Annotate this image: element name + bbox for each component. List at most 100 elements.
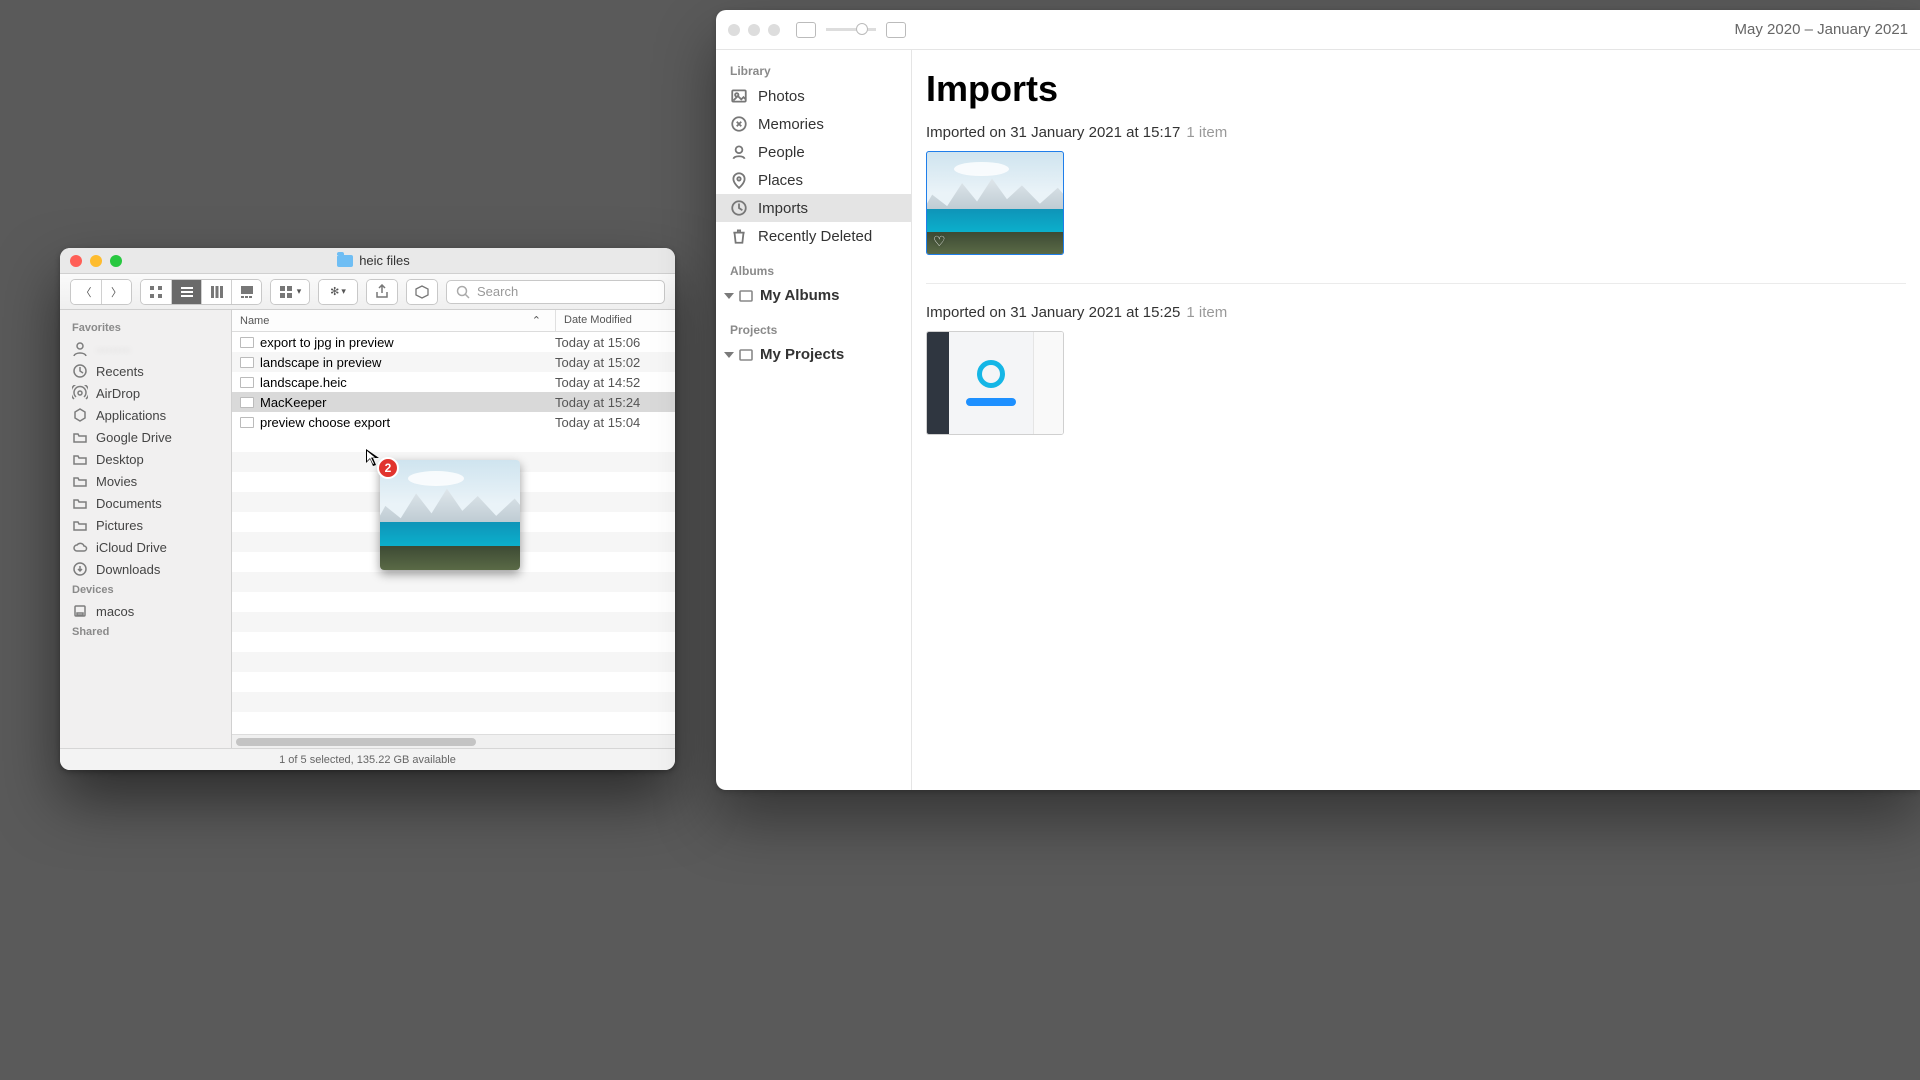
table-row[interactable]: MacKeeperToday at 15:24 — [232, 392, 675, 412]
sidebar-item-label: Applications — [96, 408, 166, 423]
grid-small-button[interactable] — [796, 22, 816, 38]
my-projects-label: My Projects — [760, 346, 844, 363]
search-icon — [455, 284, 471, 300]
import-block: Imported on 31 January 2021 at 15:251 it… — [926, 304, 1906, 435]
albums-header: Albums — [716, 260, 911, 282]
date-range: May 2020 – January 2021 — [1735, 21, 1908, 38]
sidebar-item-imports[interactable]: Imports — [716, 194, 911, 222]
sidebar-item-label: AirDrop — [96, 386, 140, 401]
photos-icon — [730, 87, 748, 105]
window-title: heic files — [82, 253, 665, 268]
sidebar-item-icloud-drive[interactable]: iCloud Drive — [60, 536, 231, 558]
nav-group: 〈 〉 — [70, 279, 132, 305]
photo-thumbnail[interactable] — [926, 331, 1064, 435]
sidebar-item-recents[interactable]: Recents — [60, 360, 231, 382]
close-icon[interactable] — [70, 255, 82, 267]
search-placeholder: Search — [477, 284, 518, 299]
column-view-button[interactable] — [201, 280, 231, 304]
sidebar-item-memories[interactable]: Memories — [716, 110, 911, 138]
sidebar-item-applications[interactable]: Applications — [60, 404, 231, 426]
slider-knob[interactable] — [856, 23, 868, 35]
sidebar-item-label: Google Drive — [96, 430, 172, 445]
clock-icon — [72, 363, 88, 379]
sidebar-item-movies[interactable]: Movies — [60, 470, 231, 492]
zoom-slider[interactable] — [826, 28, 876, 31]
download-icon — [72, 561, 88, 577]
column-name[interactable]: Name ⌃ — [232, 310, 555, 331]
divider — [926, 283, 1906, 284]
scrollbar-thumb[interactable] — [236, 738, 476, 746]
sidebar-item-pictures[interactable]: Pictures — [60, 514, 231, 536]
sidebar-item-desktop[interactable]: Desktop — [60, 448, 231, 470]
import-count: 1 item — [1186, 124, 1227, 141]
people-icon — [730, 143, 748, 161]
zoom-icon[interactable] — [768, 24, 780, 36]
sidebar-item-documents[interactable]: Documents — [60, 492, 231, 514]
table-row[interactable]: landscape in previewToday at 15:02 — [232, 352, 675, 372]
project-icon — [738, 347, 754, 363]
places-icon — [730, 171, 748, 189]
sidebar-section-header: Favorites — [60, 318, 231, 338]
photo-thumbnail[interactable]: ♡ — [926, 151, 1064, 255]
sidebar-item-places[interactable]: Places — [716, 166, 911, 194]
search-input[interactable]: Search — [446, 280, 665, 304]
folder-icon — [72, 429, 88, 445]
file-icon — [240, 357, 254, 368]
sidebar-item-google-drive[interactable]: Google Drive — [60, 426, 231, 448]
airdrop-icon — [72, 385, 88, 401]
import-date: Imported on 31 January 2021 at 15:17 — [926, 124, 1180, 141]
share-button[interactable] — [367, 280, 397, 304]
sidebar-item-label: Imports — [758, 200, 808, 217]
column-date[interactable]: Date Modified — [555, 310, 675, 331]
disclosure-icon — [724, 352, 734, 358]
sidebar-item-label: iCloud Drive — [96, 540, 167, 555]
user-icon — [72, 341, 88, 357]
sidebar-section-header: Devices — [60, 580, 231, 600]
back-button[interactable]: 〈 — [71, 280, 101, 304]
list-view-button[interactable] — [171, 280, 201, 304]
my-projects[interactable]: My Projects — [716, 341, 911, 368]
finder-sidebar: Favorites········Recents AirDrop Applicati… — [60, 310, 232, 748]
finder-window: heic files 〈 〉 ▾ — [60, 248, 675, 770]
table-row[interactable]: export to jpg in previewToday at 15:06 — [232, 332, 675, 352]
horizontal-scrollbar[interactable] — [232, 734, 675, 748]
action-button[interactable]: ✻▾ — [319, 280, 357, 304]
sidebar-item-airdrop[interactable]: AirDrop — [60, 382, 231, 404]
icon-view-button[interactable] — [141, 280, 171, 304]
photos-window: May 2020 – January 2021 Library PhotosMe… — [716, 10, 1920, 790]
tags-button[interactable] — [407, 280, 437, 304]
favorite-icon[interactable]: ♡ — [933, 233, 946, 250]
sidebar-item-recently-deleted[interactable]: Recently Deleted — [716, 222, 911, 250]
sidebar-item-photos[interactable]: Photos — [716, 82, 911, 110]
my-albums-label: My Albums — [760, 287, 839, 304]
file-date: Today at 15:02 — [555, 355, 675, 370]
file-icon — [240, 397, 254, 408]
sidebar-item-downloads[interactable]: Downloads — [60, 558, 231, 580]
folder-icon — [72, 451, 88, 467]
gallery-view-button[interactable] — [231, 280, 261, 304]
photos-main: Imports Imported on 31 January 2021 at 1… — [912, 50, 1920, 790]
file-name: preview choose export — [260, 415, 390, 430]
minimize-icon[interactable] — [748, 24, 760, 36]
file-name: MacKeeper — [260, 395, 326, 410]
table-row[interactable]: preview choose exportToday at 15:04 — [232, 412, 675, 432]
forward-button[interactable]: 〉 — [101, 280, 131, 304]
status-bar: 1 of 5 selected, 135.22 GB available — [60, 748, 675, 770]
folder-icon — [72, 473, 88, 489]
sidebar-item-········[interactable]: ········ — [60, 338, 231, 360]
sidebar-item-label: Downloads — [96, 562, 160, 577]
my-albums[interactable]: My Albums — [716, 282, 911, 309]
grid-large-button[interactable] — [886, 22, 906, 38]
table-row[interactable]: landscape.heicToday at 14:52 — [232, 372, 675, 392]
library-header: Library — [716, 60, 911, 82]
finder-titlebar[interactable]: heic files — [60, 248, 675, 274]
sidebar-item-macos[interactable]: macos — [60, 600, 231, 622]
file-list: Name ⌃ Date Modified export to jpg in pr… — [232, 310, 675, 748]
status-text: 1 of 5 selected, 135.22 GB available — [279, 754, 456, 766]
sidebar-item-people[interactable]: People — [716, 138, 911, 166]
arrange-button[interactable]: ▾ — [271, 280, 309, 304]
sidebar-item-label: Desktop — [96, 452, 144, 467]
close-icon[interactable] — [728, 24, 740, 36]
list-rows[interactable]: export to jpg in previewToday at 15:06la… — [232, 332, 675, 734]
list-header[interactable]: Name ⌃ Date Modified — [232, 310, 675, 332]
